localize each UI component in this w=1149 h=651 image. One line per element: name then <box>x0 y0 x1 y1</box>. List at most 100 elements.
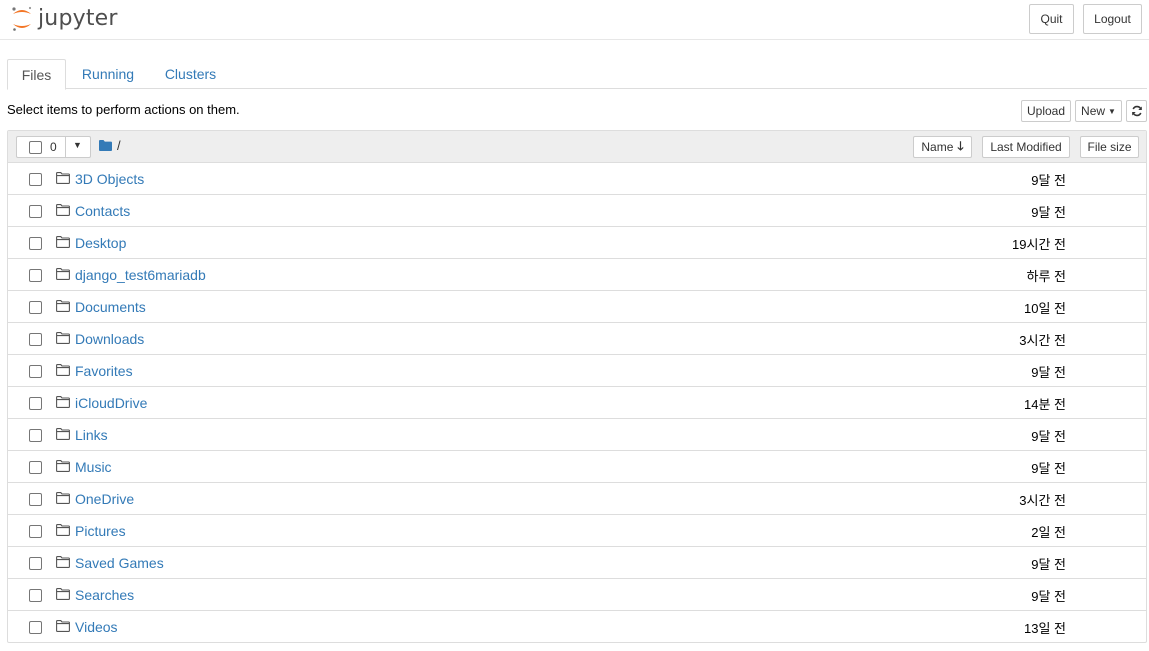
list-item[interactable]: Favorites 9달 전 <box>8 355 1146 387</box>
item-name-link[interactable]: OneDrive <box>75 491 134 507</box>
item-checkbox[interactable] <box>29 525 42 538</box>
folder-icon <box>56 396 70 411</box>
sort-name-label: Name <box>921 140 954 154</box>
item-checkbox[interactable] <box>29 205 42 218</box>
item-modified: 9달 전 <box>1031 205 1066 220</box>
item-checkbox[interactable] <box>29 397 42 410</box>
select-menu-caret-icon[interactable]: ▼ <box>73 140 82 150</box>
tab-files[interactable]: Files <box>7 59 66 90</box>
tab-clusters[interactable]: Clusters <box>157 59 224 89</box>
folder-icon <box>56 588 70 603</box>
refresh-button[interactable] <box>1126 100 1147 122</box>
folder-icon <box>56 364 70 379</box>
item-modified: 13일 전 <box>1024 621 1066 636</box>
item-modified: 9달 전 <box>1031 429 1066 444</box>
refresh-icon <box>1131 105 1142 117</box>
list-item[interactable]: django_test6mariadb 하루 전 <box>8 259 1146 291</box>
list-item[interactable]: Videos 13일 전 <box>8 611 1146 643</box>
list-item[interactable]: 3D Objects 9달 전 <box>8 163 1146 195</box>
breadcrumb-path[interactable]: / <box>117 138 121 153</box>
item-modified: 14분 전 <box>1024 397 1066 412</box>
item-name-link[interactable]: Videos <box>75 619 118 635</box>
item-checkbox[interactable] <box>29 493 42 506</box>
item-name-link[interactable]: Links <box>75 427 108 443</box>
item-name-link[interactable]: Searches <box>75 587 134 603</box>
jupyter-logo[interactable]: jupyter <box>11 4 118 34</box>
list-item[interactable]: Pictures 2일 전 <box>8 515 1146 547</box>
list-item[interactable]: iCloudDrive 14분 전 <box>8 387 1146 419</box>
item-checkbox[interactable] <box>29 557 42 570</box>
site-header: jupyter Quit Logout <box>0 0 1149 40</box>
folder-icon <box>56 332 70 347</box>
list-item[interactable]: Music 9달 전 <box>8 451 1146 483</box>
list-item[interactable]: Desktop 19시간 전 <box>8 227 1146 259</box>
folder-icon <box>56 620 70 635</box>
quit-button[interactable]: Quit <box>1029 4 1074 34</box>
folder-icon <box>56 492 70 507</box>
item-checkbox[interactable] <box>29 237 42 250</box>
item-checkbox[interactable] <box>29 173 42 186</box>
selection-hint: Select items to perform actions on them. <box>7 102 240 117</box>
select-divider <box>65 137 66 157</box>
item-modified: 10일 전 <box>1024 301 1066 316</box>
item-modified: 하루 전 <box>1026 269 1067 284</box>
item-checkbox[interactable] <box>29 429 42 442</box>
item-checkbox[interactable] <box>29 589 42 602</box>
list-item[interactable]: Documents 10일 전 <box>8 291 1146 323</box>
select-all-control: 0 ▼ <box>16 136 91 158</box>
item-name-link[interactable]: django_test6mariadb <box>75 267 206 283</box>
file-list-header: 0 ▼ / Name 🡓 Last Modified File size <box>8 131 1146 163</box>
item-name-link[interactable]: Documents <box>75 299 146 315</box>
upload-button[interactable]: Upload <box>1021 100 1071 122</box>
item-name-link[interactable]: 3D Objects <box>75 171 144 187</box>
item-modified: 2일 전 <box>1031 525 1066 540</box>
item-modified: 19시간 전 <box>1012 237 1066 252</box>
folder-icon <box>56 556 70 571</box>
list-item[interactable]: Saved Games 9달 전 <box>8 547 1146 579</box>
item-checkbox[interactable] <box>29 365 42 378</box>
caret-down-icon: ▼ <box>1108 106 1116 116</box>
folder-icon <box>56 172 70 187</box>
item-name-link[interactable]: Downloads <box>75 331 144 347</box>
tab-running[interactable]: Running <box>77 59 139 89</box>
item-name-link[interactable]: Favorites <box>75 363 133 379</box>
item-modified: 3시간 전 <box>1019 333 1066 348</box>
sort-by-size-button[interactable]: File size <box>1080 136 1139 158</box>
selected-count: 0 <box>50 140 57 154</box>
list-item[interactable]: Contacts 9달 전 <box>8 195 1146 227</box>
list-item[interactable]: Links 9달 전 <box>8 419 1146 451</box>
folder-solid-icon[interactable] <box>99 140 112 151</box>
folder-icon <box>56 236 70 251</box>
item-checkbox[interactable] <box>29 301 42 314</box>
item-checkbox[interactable] <box>29 621 42 634</box>
logo-text: jupyter <box>38 5 118 31</box>
item-name-link[interactable]: Desktop <box>75 235 126 251</box>
item-modified: 9달 전 <box>1031 557 1066 572</box>
list-item[interactable]: OneDrive 3시간 전 <box>8 483 1146 515</box>
new-dropdown-button[interactable]: New ▼ <box>1075 100 1122 122</box>
item-modified: 9달 전 <box>1031 365 1066 380</box>
logout-button[interactable]: Logout <box>1083 4 1142 34</box>
list-item[interactable]: Downloads 3시간 전 <box>8 323 1146 355</box>
item-modified: 3시간 전 <box>1019 493 1066 508</box>
folder-icon <box>56 204 70 219</box>
list-item[interactable]: Searches 9달 전 <box>8 579 1146 611</box>
item-name-link[interactable]: Music <box>75 459 112 475</box>
file-list: 0 ▼ / Name 🡓 Last Modified File size 3D … <box>7 130 1147 643</box>
folder-icon <box>56 428 70 443</box>
item-checkbox[interactable] <box>29 269 42 282</box>
sort-by-modified-button[interactable]: Last Modified <box>982 136 1070 158</box>
item-name-link[interactable]: Pictures <box>75 523 126 539</box>
sort-by-name-button[interactable]: Name 🡓 <box>913 136 972 158</box>
item-checkbox[interactable] <box>29 333 42 346</box>
item-name-link[interactable]: Saved Games <box>75 555 164 571</box>
item-name-link[interactable]: iCloudDrive <box>75 395 147 411</box>
item-checkbox[interactable] <box>29 461 42 474</box>
select-all-checkbox[interactable] <box>29 141 42 154</box>
folder-icon <box>56 460 70 475</box>
item-name-link[interactable]: Contacts <box>75 203 130 219</box>
folder-icon <box>56 524 70 539</box>
folder-icon <box>56 300 70 315</box>
breadcrumb: / <box>99 138 121 153</box>
item-modified: 9달 전 <box>1031 173 1066 188</box>
